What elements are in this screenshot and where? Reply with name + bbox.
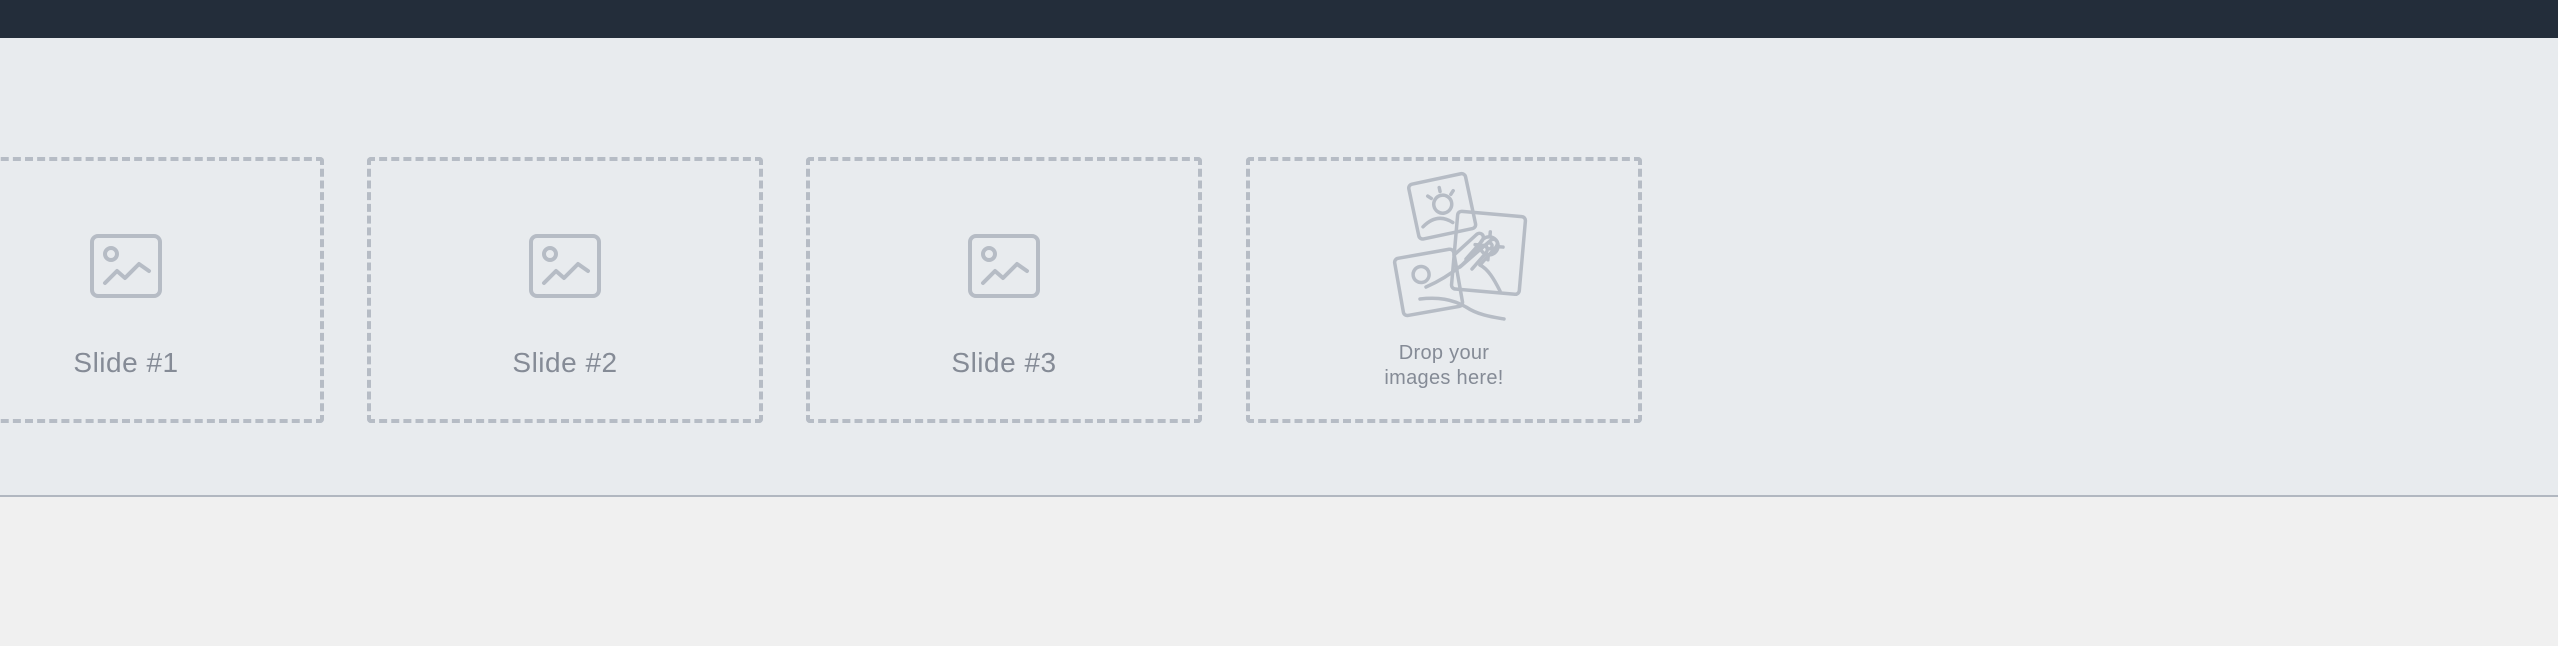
dropzone-text: Drop your images here!	[1250, 341, 1638, 391]
slide-label: Slide #3	[951, 347, 1057, 378]
top-bar	[0, 0, 2558, 38]
image-icon	[529, 234, 601, 298]
image-icon	[90, 234, 162, 298]
slide-1[interactable]: Slide #1	[0, 157, 324, 423]
slide-2[interactable]: Slide #2	[367, 157, 763, 423]
dropzone-line-2: images here!	[1384, 367, 1504, 389]
slide-label: Slide #2	[512, 347, 618, 378]
drop-images-icon	[1392, 171, 1528, 321]
slide-3[interactable]: Slide #3	[806, 157, 1202, 423]
image-icon	[968, 234, 1040, 298]
image-dropzone[interactable]: Drop your images here!	[1246, 157, 1642, 423]
dropzone-line-1: Drop your	[1398, 342, 1490, 364]
content-area	[0, 497, 2558, 646]
slide-strip: Slide #1 Slide #2 Slide #3 Drop your ima…	[0, 38, 2558, 497]
slide-label: Slide #1	[73, 347, 179, 378]
